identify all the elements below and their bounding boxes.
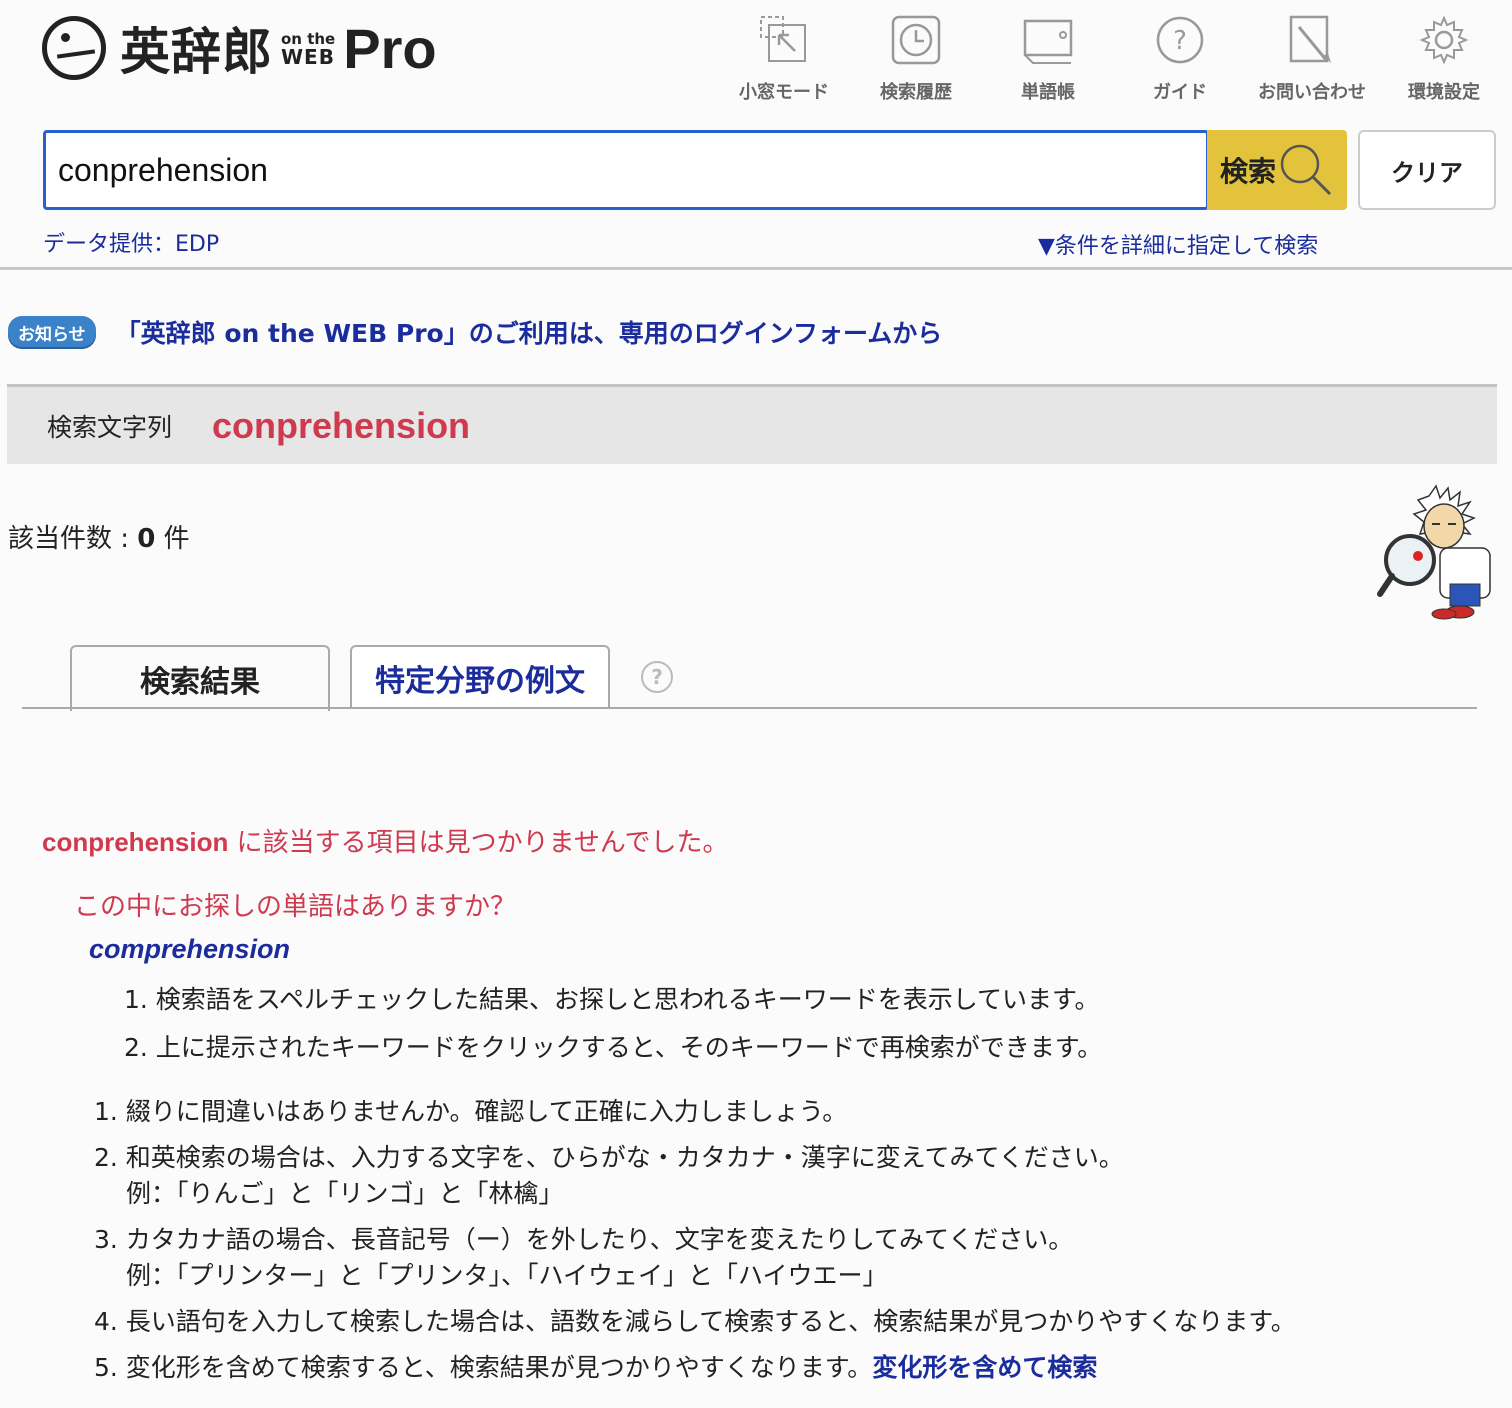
tip-item: 1. 綴りに間違いはありませんか。確認して正確に入力しましょう。 xyxy=(94,1094,1296,1130)
tip-item: 4. 長い語句を入力して検索した場合は、語数を減らして検索すると、検索結果が見つ… xyxy=(94,1304,1296,1340)
settings-label: 環境設定 xyxy=(1408,82,1480,103)
suggestion-notes: 1. 検索語をスペルチェックした結果、お探しと思われるキーワードを表示しています… xyxy=(124,982,1102,1078)
suggestion-note: 2. 上に提示されたキーワードをクリックすると、そのキーワードで再検索ができます… xyxy=(124,1033,1103,1062)
not-found-term: conprehension xyxy=(42,827,229,857)
wordbook-label: 単語帳 xyxy=(1021,82,1075,103)
tip-example: 例：「りんご」と「リンゴ」と「林檎」 xyxy=(126,1179,564,1208)
tab-help-icon[interactable]: ? xyxy=(641,661,673,693)
tip-text: 2. 和英検索の場合は、入力する文字を、ひらがな・カタカナ・漢字に変えてみてくだ… xyxy=(94,1143,1124,1172)
small-window-mode-button[interactable]: 小窓モード xyxy=(718,14,850,104)
clear-button[interactable]: クリア xyxy=(1358,130,1496,210)
contact-label: お問い合わせ xyxy=(1258,82,1366,103)
tabs-divider xyxy=(22,707,1477,709)
guide-label: ガイド xyxy=(1153,82,1207,103)
question-icon: ? xyxy=(1155,14,1205,66)
small-window-icon xyxy=(759,14,809,66)
result-count: 該当件数 : 0 件 xyxy=(8,518,190,555)
tab-search-results[interactable]: 検索結果 xyxy=(70,645,330,711)
notice-link[interactable]: 「英辞郎 on the WEB Pro」のご利用は、専用のログインフォームから xyxy=(116,314,943,350)
search-tips: 1. 綴りに間違いはありませんか。確認して正確に入力しましょう。 2. 和英検索… xyxy=(94,1094,1296,1396)
search-history-label: 検索履歴 xyxy=(880,82,952,103)
wordbook-button[interactable]: 単語帳 xyxy=(982,14,1114,104)
advanced-search-link[interactable]: ▼条件を詳細に指定して検索 xyxy=(1038,228,1318,260)
tip-text: 5. 変化形を含めて検索すると、検索結果が見つかりやすくなります。 xyxy=(94,1353,873,1382)
pencil-icon xyxy=(1287,14,1337,66)
query-bar: 検索文字列 conprehension xyxy=(7,384,1497,464)
toolbar: 小窓モード 検索履歴 単語帳 ? ガイド お問い合わせ 環境設定 xyxy=(718,14,1510,104)
suggestion-note: 1. 検索語をスペルチェックした結果、お探しと思われるキーワードを表示しています… xyxy=(124,985,1100,1014)
search-input[interactable] xyxy=(43,130,1209,210)
eijiro-logo[interactable]: 英辞郎 on the WEB Pro xyxy=(42,8,437,88)
search-history-button[interactable]: 検索履歴 xyxy=(850,14,982,104)
notice-badge: お知らせ xyxy=(8,315,96,349)
tip-text: 1. 綴りに間違いはありませんか。確認して正確に入力しましょう。 xyxy=(94,1097,848,1126)
logo-pro: Pro xyxy=(343,16,437,80)
data-credit: データ提供：EDP xyxy=(43,232,220,257)
query-label: 検索文字列 xyxy=(47,412,173,442)
gear-icon xyxy=(1419,14,1469,66)
tip-item: 5. 変化形を含めて検索すると、検索結果が見つかりやすくなります。変化形を含めて… xyxy=(94,1350,1296,1386)
tip-item: 3. カタカナ語の場合、長音記号（ー）を外したり、文字を変えたりしてみてください… xyxy=(94,1222,1296,1294)
header: 英辞郎 on the WEB Pro 小窓モード 検索履歴 単語帳 ? ガイド … xyxy=(0,0,1512,270)
tip-example: 例：「プリンター」と「プリンタ」、「ハイウェイ」と「ハイウエー」 xyxy=(126,1261,888,1290)
logo-main-text: 英辞郎 xyxy=(120,23,273,81)
tip-item: 2. 和英検索の場合は、入力する文字を、ひらがな・カタカナ・漢字に変えてみてくだ… xyxy=(94,1140,1296,1212)
svg-text:?: ? xyxy=(1173,26,1187,56)
contact-button[interactable]: お問い合わせ xyxy=(1246,14,1378,104)
wordbook-icon xyxy=(1023,14,1073,66)
small-window-mode-label: 小窓モード xyxy=(739,82,829,103)
suggestion-link[interactable]: comprehension xyxy=(89,934,290,965)
suggestion-question: この中にお探しの単語はありますか？ xyxy=(74,892,517,922)
guide-button[interactable]: ? ガイド xyxy=(1114,14,1246,104)
result-count-value: 0 xyxy=(137,524,156,554)
query-term: conprehension xyxy=(212,404,471,446)
search-button[interactable]: 検索 xyxy=(1207,130,1347,210)
settings-button[interactable]: 環境設定 xyxy=(1378,14,1510,104)
magnifier-icon xyxy=(1280,144,1332,196)
result-count-label: 該当件数 : xyxy=(8,524,138,554)
logo-on-the-web: on the WEB xyxy=(281,30,335,69)
logo-web: WEB xyxy=(281,45,335,69)
inflection-search-link[interactable]: 変化形を含めて検索 xyxy=(872,1353,1097,1382)
clock-icon xyxy=(891,14,941,66)
search-row: 検索 クリア xyxy=(43,130,1496,210)
tip-text: 3. カタカナ語の場合、長音記号（ー）を外したり、文字を変えたりしてみてください… xyxy=(94,1225,1074,1254)
result-count-unit: 件 xyxy=(155,524,190,554)
tip-text: 4. 長い語句を入力して検索した場合は、語数を減らして検索すると、検索結果が見つ… xyxy=(94,1307,1296,1336)
professor-mascot-icon xyxy=(1377,484,1491,620)
logo-mark-icon xyxy=(42,16,106,80)
notice: お知らせ 「英辞郎 on the WEB Pro」のご利用は、専用のログインフォ… xyxy=(8,314,942,350)
not-found-text: に該当する項目は見つかりませんでした。 xyxy=(228,828,729,858)
tab-field-examples[interactable]: 特定分野の例文 xyxy=(350,645,610,709)
search-button-label: 検索 xyxy=(1219,156,1276,187)
not-found-message: conprehension に該当する項目は見つかりませんでした。 xyxy=(42,822,729,859)
